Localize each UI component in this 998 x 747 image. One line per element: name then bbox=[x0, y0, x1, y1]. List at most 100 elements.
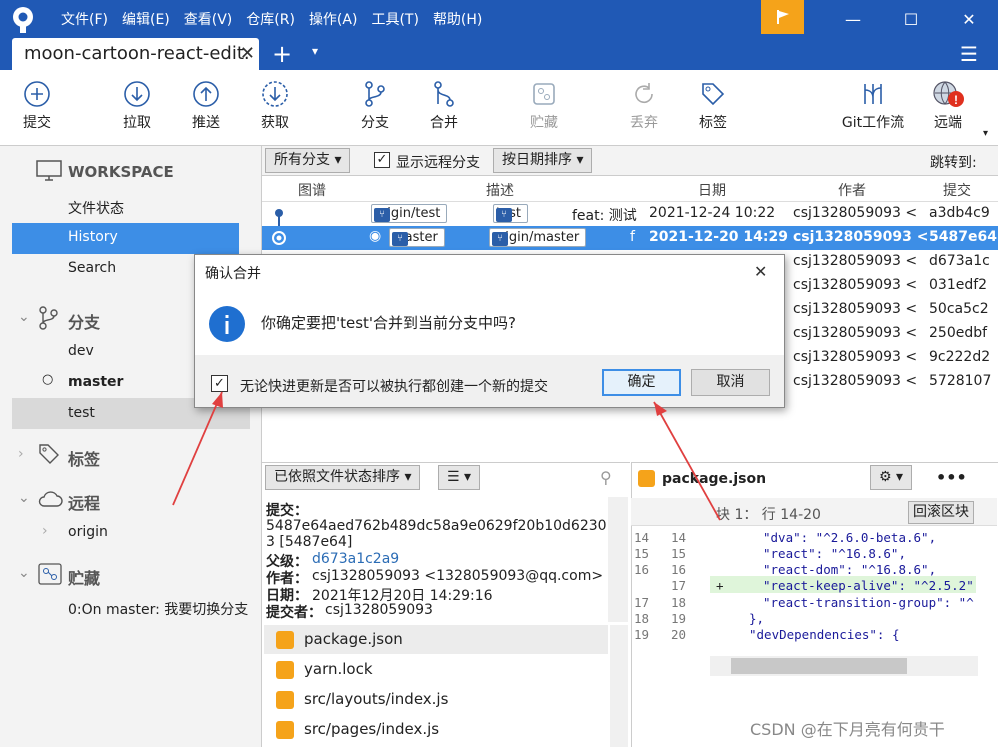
push-button[interactable]: 推送 bbox=[176, 80, 236, 132]
branch-ref-icon: ⑂ bbox=[492, 232, 508, 246]
stashes-expand-chevron-icon[interactable]: ⌄ bbox=[18, 565, 30, 581]
tag-button[interactable]: 标签 bbox=[683, 80, 743, 132]
sidebar-item-file-status[interactable]: 文件状态 bbox=[68, 198, 124, 218]
commit-button[interactable]: 提交 bbox=[7, 80, 67, 132]
sidebar-branch-dev[interactable]: dev bbox=[68, 343, 94, 359]
menu-tools[interactable]: 工具(T) bbox=[364, 9, 425, 29]
menu-bar: 文件(F) 编辑(E) 查看(V) 仓库(R) 操作(A) 工具(T) 帮助(H… bbox=[54, 0, 489, 38]
pull-button[interactable]: 拉取 bbox=[107, 80, 167, 132]
commit-hash: 5728107 bbox=[929, 373, 992, 389]
changed-file-item[interactable]: package.json bbox=[264, 625, 608, 654]
more-options-icon[interactable]: ••• bbox=[936, 468, 967, 487]
merge-icon bbox=[434, 81, 454, 107]
sidebar-item-history-selected[interactable] bbox=[12, 223, 239, 254]
branch-button[interactable]: 分支 bbox=[345, 80, 405, 132]
svg-text:!: ! bbox=[954, 93, 958, 107]
branches-heading[interactable]: 分支 bbox=[68, 309, 100, 333]
column-graph[interactable]: 图谱 bbox=[298, 180, 326, 200]
new-tab-button[interactable]: + bbox=[272, 40, 292, 68]
column-commit[interactable]: 提交 bbox=[943, 180, 971, 200]
commit-author: csj1328059093 < bbox=[793, 325, 918, 341]
remotes-heading[interactable]: 远程 bbox=[68, 490, 100, 514]
create-merge-commit-checkbox[interactable]: ✓ bbox=[211, 375, 228, 392]
origin-expand-chevron-icon[interactable]: › bbox=[42, 523, 48, 539]
commit-row-selected[interactable]: ◉ ⑂ master ⑂ origin/master f 2021-12-20 14… bbox=[262, 226, 998, 250]
minimize-button[interactable]: — bbox=[826, 0, 880, 38]
commit-author: csj1328059093 < bbox=[793, 277, 918, 293]
tags-heading[interactable]: 标签 bbox=[68, 446, 100, 470]
sort-order-dropdown[interactable]: 按日期排序 ▾ bbox=[493, 148, 593, 173]
commit-author: csj1328059093 < bbox=[793, 349, 918, 365]
files-scrollbar[interactable] bbox=[610, 625, 628, 747]
discard-button[interactable]: 丢弃 bbox=[614, 80, 674, 132]
line-number-new: 19 bbox=[671, 611, 687, 626]
tab-dropdown-icon[interactable]: ▾ bbox=[312, 44, 318, 58]
file-sort-dropdown[interactable]: 已依照文件状态排序 ▾ bbox=[265, 465, 421, 490]
flag-button[interactable] bbox=[761, 0, 804, 34]
jump-to-label: 跳转到: bbox=[930, 155, 977, 171]
close-window-button[interactable]: ✕ bbox=[942, 0, 996, 38]
changed-file-item[interactable]: src/layouts/index.js bbox=[264, 685, 608, 714]
parent-link[interactable]: d673a1c2a9 bbox=[312, 551, 399, 567]
sidebar-remote-origin[interactable]: origin bbox=[68, 524, 108, 540]
commit-author: csj1328059093 < bbox=[793, 301, 918, 317]
cancel-button[interactable]: 取消 bbox=[691, 369, 770, 396]
close-tab-icon[interactable]: ✕ bbox=[240, 38, 255, 70]
menu-view[interactable]: 查看(V) bbox=[177, 9, 240, 29]
remotes-expand-chevron-icon[interactable]: ⌄ bbox=[18, 490, 30, 506]
show-remote-checkbox[interactable]: ✓ bbox=[374, 152, 390, 168]
remote-globe-icon: ! bbox=[933, 81, 964, 107]
info-icon bbox=[209, 306, 245, 342]
workspace-monitor-icon bbox=[36, 160, 62, 181]
scrollbar-thumb[interactable] bbox=[731, 658, 907, 674]
revert-hunk-button[interactable]: 回滚区块 bbox=[908, 501, 974, 524]
diff-settings-dropdown[interactable]: ⚙ ▾ bbox=[870, 465, 913, 490]
sidebar-item-history[interactable]: History bbox=[68, 229, 118, 245]
commit-short-hash: 3 [5487e64] bbox=[266, 534, 353, 550]
sidebar-branch-test[interactable]: test bbox=[68, 405, 95, 421]
menu-actions[interactable]: 操作(A) bbox=[302, 9, 365, 29]
column-description[interactable]: 描述 bbox=[486, 180, 514, 200]
branches-expand-chevron-icon[interactable]: ⌄ bbox=[18, 309, 30, 325]
stash-button[interactable]: 贮藏 bbox=[514, 80, 574, 132]
details-scrollbar[interactable] bbox=[608, 497, 628, 622]
graph-node-icon bbox=[272, 231, 286, 245]
changed-file-item[interactable]: src/pages/index.js bbox=[264, 715, 608, 744]
branch-ref-icon: ⑂ bbox=[374, 208, 390, 222]
show-remote-label: 显示远程分支 bbox=[396, 155, 480, 171]
sidebar-branch-master[interactable]: master bbox=[68, 374, 123, 390]
column-date[interactable]: 日期 bbox=[698, 180, 726, 200]
column-author[interactable]: 作者 bbox=[838, 180, 866, 200]
fetch-button[interactable]: 获取 bbox=[245, 80, 305, 132]
tags-expand-chevron-icon[interactable]: › bbox=[18, 446, 24, 462]
maximize-button[interactable]: ☐ bbox=[884, 0, 938, 38]
merge-button[interactable]: 合并 bbox=[414, 80, 474, 132]
search-icon[interactable]: ⚲ bbox=[600, 468, 612, 487]
ref-tag: ⑂ master bbox=[389, 228, 445, 247]
menu-edit[interactable]: 编辑(E) bbox=[115, 9, 177, 29]
remote-button[interactable]: ! 远端 bbox=[918, 80, 978, 132]
git-flow-button[interactable]: Git工作流 bbox=[833, 80, 913, 132]
commit-hash: d673a1c bbox=[929, 253, 990, 269]
repo-tab[interactable]: moon-cartoon-react-edit. ✕ bbox=[12, 38, 259, 70]
commit-row[interactable]: ⑂origin/test ⑂test feat: 测试 2021-12-24 1… bbox=[262, 202, 998, 226]
menu-repository[interactable]: 仓库(R) bbox=[239, 9, 302, 29]
commit-description: f bbox=[630, 229, 635, 245]
menu-file[interactable]: 文件(F) bbox=[54, 9, 115, 29]
branch-filter-dropdown[interactable]: 所有分支 ▾ bbox=[265, 148, 351, 173]
sidebar-stash-item[interactable]: 0:On master: 我要切换分支 bbox=[68, 599, 250, 619]
menu-help[interactable]: 帮助(H) bbox=[426, 9, 489, 29]
ok-button[interactable]: 确定 bbox=[602, 369, 681, 396]
stashes-heading[interactable]: 贮藏 bbox=[68, 565, 100, 589]
line-number-new: 16 bbox=[671, 562, 687, 577]
diff-line: "react-transition-group": "^ bbox=[763, 595, 974, 610]
git-flow-icon bbox=[864, 84, 882, 104]
toolbar-overflow-icon[interactable]: ▾ bbox=[983, 128, 988, 139]
view-mode-dropdown[interactable]: ☰ ▾ bbox=[438, 465, 481, 490]
dialog-close-icon[interactable]: ✕ bbox=[754, 262, 767, 281]
changed-file-item[interactable]: yarn.lock bbox=[264, 655, 608, 684]
arrow-up-circle-icon bbox=[193, 81, 219, 107]
sidebar-item-search[interactable]: Search bbox=[68, 260, 116, 276]
head-marker-icon: ◉ bbox=[369, 228, 382, 244]
hamburger-menu-icon[interactable]: ☰ bbox=[960, 42, 978, 66]
